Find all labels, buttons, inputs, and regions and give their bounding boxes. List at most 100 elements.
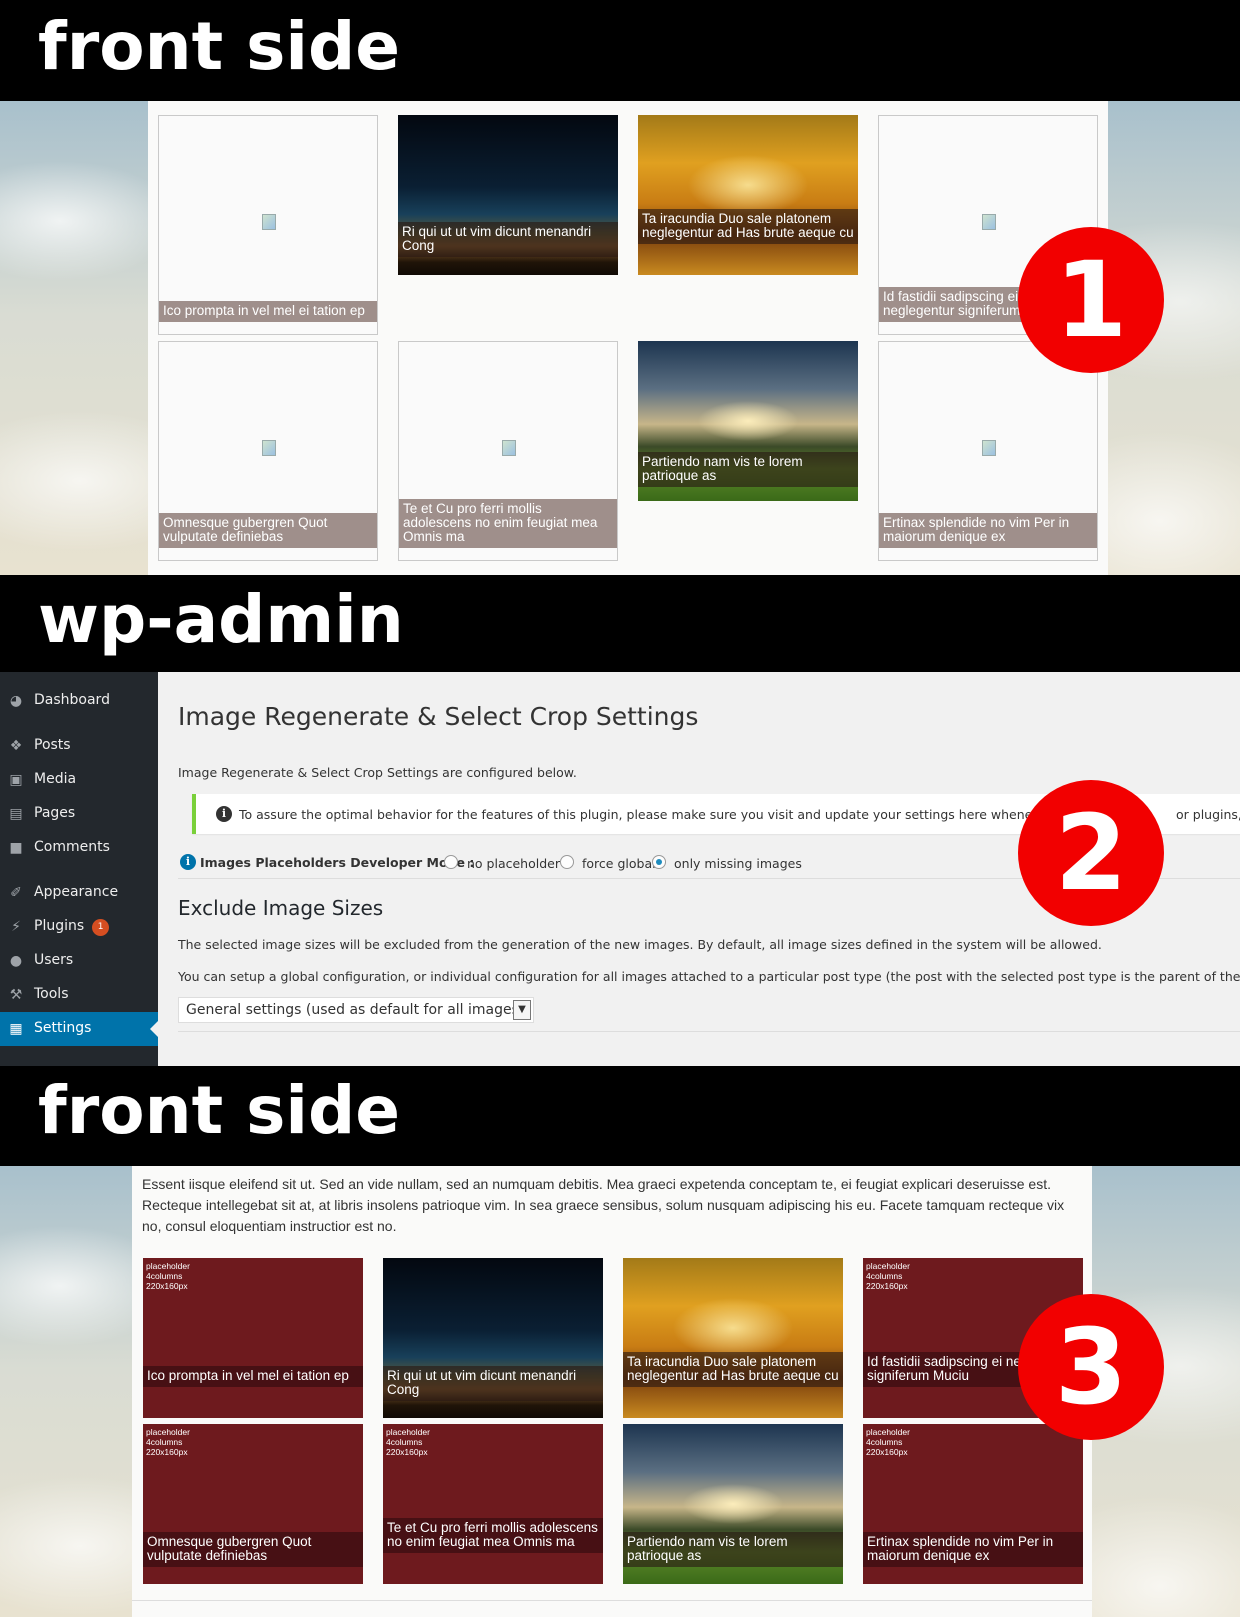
update-count-badge: 1	[92, 919, 110, 936]
notice-text: To assure the optimal behavior for the f…	[239, 807, 1080, 822]
sidebar-item-label: Tools	[34, 986, 69, 1002]
sidebar-item-plugins[interactable]: ⚡ Plugins 1	[0, 910, 158, 944]
divider	[132, 1600, 1092, 1601]
divider	[178, 1031, 1240, 1032]
wrench-icon: ⚒	[9, 987, 23, 1003]
gallery-caption: Ico prompta in vel mel ei tation ep	[159, 301, 377, 322]
page-title: Image Regenerate & Select Crop Settings	[178, 702, 699, 731]
gallery-caption: Ico prompta in vel mel ei tation ep	[143, 1366, 363, 1387]
brush-icon: ✐	[10, 885, 22, 901]
gallery-item[interactable]: Ta iracundia Duo sale platonem neglegent…	[623, 1258, 843, 1418]
banner-title: front side	[38, 1072, 401, 1149]
developer-mode-label: Images Placeholders Developer Mode :	[200, 855, 475, 870]
broken-image-icon	[982, 440, 996, 456]
gallery-item[interactable]: Ri qui ut ut vim dicunt menandri Cong	[383, 1258, 603, 1418]
section-title: Exclude Image Sizes	[178, 896, 384, 920]
notice-text-tail: or plugins, so	[1176, 807, 1240, 822]
post-paragraph: Essent iisque eleifend sit ut. Sed an vi…	[142, 1176, 1065, 1234]
gallery-caption: Te et Cu pro ferri mollis adolescens no …	[399, 499, 617, 548]
placeholder-label: placeholder 4columns 220x160px	[386, 1427, 430, 1457]
gallery-item[interactable]: Partiendo nam vis te lorem patrioque as	[638, 341, 858, 501]
settings-type-select[interactable]: General settings (used as default for al…	[178, 997, 534, 1023]
gallery-caption: Ri qui ut ut vim dicunt menandri Cong	[383, 1366, 603, 1401]
sidebar-item-label: Settings	[34, 1020, 92, 1036]
chevron-down-icon: ▼	[513, 1000, 531, 1020]
page-description: Image Regenerate & Select Crop Settings …	[178, 765, 577, 780]
placeholder-label: placeholder 4columns 220x160px	[866, 1261, 910, 1291]
gallery-caption: Omnesque gubergren Quot vulputate defini…	[143, 1532, 363, 1567]
placeholder-label: placeholder 4columns 220x160px	[866, 1427, 910, 1457]
sidebar-item-label: Media	[34, 771, 77, 787]
admin-sidebar: ◕ Dashboard ❖ Posts ▣ Media ▤ Pages ■ Co…	[0, 672, 158, 1066]
dashboard-icon: ◕	[9, 693, 23, 709]
section-description: You can setup a global configuration, or…	[178, 969, 1240, 984]
gallery-caption: Ri qui ut ut vim dicunt menandri Cong	[398, 222, 618, 257]
front-side-banner-top: front side	[0, 0, 1240, 101]
broken-image-icon	[262, 440, 276, 456]
placeholder-label: placeholder 4columns 220x160px	[146, 1427, 190, 1457]
gallery-item[interactable]: Ta iracundia Duo sale platonem neglegent…	[638, 115, 858, 275]
gallery-caption: Omnesque gubergren Quot vulputate defini…	[159, 513, 377, 548]
radio-force-global[interactable]	[560, 855, 574, 869]
sidebar-item-label: Appearance	[34, 884, 119, 900]
broken-image-icon	[502, 440, 516, 456]
sidebar-item-pages[interactable]: ▤ Pages	[0, 797, 158, 831]
sidebar-item-label-wrap: Plugins 1	[34, 918, 110, 936]
front-side-bottom-section: Essent iisque eleifend sit ut. Sed an vi…	[0, 1166, 1240, 1617]
gallery-caption: Te et Cu pro ferri mollis adolescens no …	[383, 1518, 603, 1553]
step-marker-3: 3	[1018, 1294, 1164, 1440]
sidebar-item-posts[interactable]: ❖ Posts	[0, 729, 158, 763]
sidebar-item-users[interactable]: ● Users	[0, 944, 158, 978]
sidebar-item-media[interactable]: ▣ Media	[0, 763, 158, 797]
gallery-item[interactable]: Ico prompta in vel mel ei tation ep	[158, 115, 378, 335]
step-marker-1: 1	[1018, 227, 1164, 373]
sidebar-item-label: Plugins	[34, 918, 85, 934]
wp-admin-banner: wp-admin	[0, 575, 1240, 672]
gallery-caption: Ertinax splendide no vim Per in maiorum …	[863, 1532, 1083, 1567]
banner-title: wp-admin	[38, 581, 404, 658]
sidebar-item-label: Dashboard	[34, 692, 110, 708]
gallery-item[interactable]: placeholder 4columns 220x160px Ertinax s…	[863, 1424, 1083, 1584]
gallery-item[interactable]: Ertinax splendide no vim Per in maiorum …	[878, 341, 1098, 561]
front-side-banner-bottom: front side	[0, 1066, 1240, 1166]
wp-admin-section: ◕ Dashboard ❖ Posts ▣ Media ▤ Pages ■ Co…	[0, 672, 1240, 1066]
sidebar-item-dashboard[interactable]: ◕ Dashboard	[0, 684, 158, 718]
section-description: The selected image sizes will be exclude…	[178, 937, 1102, 952]
gallery-item[interactable]: placeholder 4columns 220x160px Ico promp…	[143, 1258, 363, 1418]
gallery-caption: Partiendo nam vis te lorem patrioque as	[638, 452, 858, 487]
sidebar-item-comments[interactable]: ■ Comments	[0, 831, 158, 865]
front-side-top-section: Ico prompta in vel mel ei tation ep Ri q…	[0, 101, 1240, 575]
radio-only-missing-images[interactable]	[652, 855, 666, 869]
select-value: General settings (used as default for al…	[186, 1002, 525, 1018]
pin-icon: ❖	[9, 738, 23, 754]
gallery-item[interactable]: Te et Cu pro ferri mollis adolescens no …	[398, 341, 618, 561]
radio-label: force global	[582, 856, 656, 871]
gallery-panel: Ico prompta in vel mel ei tation ep Ri q…	[148, 101, 1108, 575]
radio-no-placeholder[interactable]	[444, 855, 458, 869]
gallery-caption: Ta iracundia Duo sale platonem neglegent…	[638, 209, 858, 244]
media-icon: ▣	[9, 772, 23, 788]
gallery-item[interactable]: Ri qui ut ut vim dicunt menandri Cong	[398, 115, 618, 275]
gallery-caption: Ertinax splendide no vim Per in maiorum …	[879, 513, 1097, 548]
plugin-icon: ⚡	[11, 919, 21, 935]
gallery-item[interactable]: Omnesque gubergren Quot vulputate defini…	[158, 341, 378, 561]
sidebar-item-label: Posts	[34, 737, 71, 753]
radio-label: only missing images	[674, 856, 802, 871]
gallery-item[interactable]: placeholder 4columns 220x160px Te et Cu …	[383, 1424, 603, 1584]
broken-image-icon	[982, 214, 996, 230]
info-icon: i	[180, 854, 196, 870]
banner-title: front side	[38, 8, 401, 85]
settings-icon: ▦	[9, 1021, 23, 1037]
gallery-caption: Partiendo nam vis te lorem patrioque as	[623, 1532, 843, 1567]
sidebar-item-settings[interactable]: ▦ Settings	[0, 1012, 158, 1046]
gallery-item[interactable]: Partiendo nam vis te lorem patrioque as	[623, 1424, 843, 1584]
comment-icon: ■	[9, 840, 23, 856]
content-panel: Essent iisque eleifend sit ut. Sed an vi…	[132, 1166, 1092, 1617]
placeholder-label: placeholder 4columns 220x160px	[146, 1261, 190, 1291]
sidebar-item-label: Comments	[34, 839, 110, 855]
gallery-item[interactable]: placeholder 4columns 220x160px Omnesque …	[143, 1424, 363, 1584]
broken-image-icon	[262, 214, 276, 230]
sidebar-item-tools[interactable]: ⚒ Tools	[0, 978, 158, 1012]
step-marker-2: 2	[1018, 780, 1164, 926]
sidebar-item-appearance[interactable]: ✐ Appearance	[0, 876, 158, 910]
